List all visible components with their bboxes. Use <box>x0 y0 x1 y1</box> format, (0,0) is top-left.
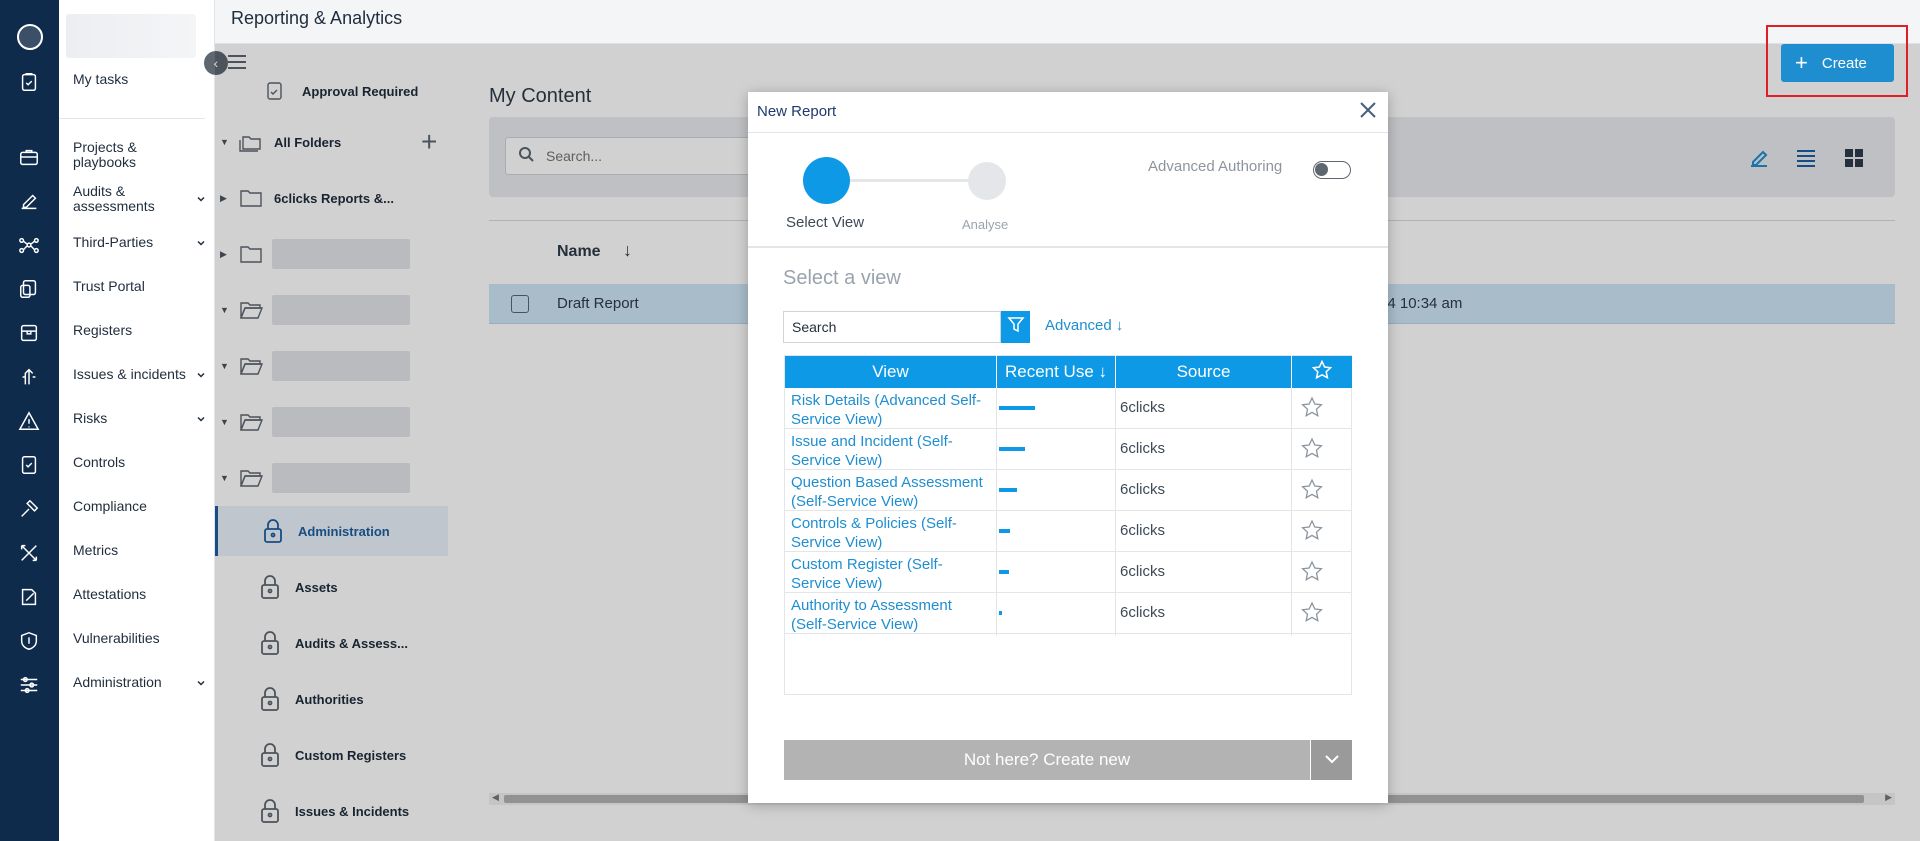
icon-rail <box>0 0 59 841</box>
nav-compliance[interactable]: Compliance <box>73 499 205 514</box>
view-name[interactable]: Issue and Incident (Self-Service View) <box>791 432 991 470</box>
view-source: 6clicks <box>1120 522 1166 539</box>
nav-controls[interactable]: Controls <box>73 455 205 470</box>
nav-vulnerabilities[interactable]: Vulnerabilities <box>73 631 205 646</box>
select-view-heading: Select a view <box>783 267 901 289</box>
shield-icon[interactable] <box>16 628 42 654</box>
step-2-label: Analyse <box>962 217 1009 232</box>
step-1-indicator[interactable] <box>803 157 850 204</box>
modal-title: New Report <box>757 103 837 120</box>
favorite-star-icon[interactable] <box>1301 519 1323 541</box>
table-row[interactable]: Authority to Assessment (Self-Service Vi… <box>785 593 1351 634</box>
chevron-down-icon <box>197 195 205 203</box>
logo <box>66 14 196 58</box>
edit-icon[interactable] <box>16 188 42 214</box>
table-row[interactable]: Risk Details (Advanced Self-Service View… <box>785 388 1351 429</box>
modal-header: New Report <box>748 92 1388 133</box>
advanced-link[interactable]: Advanced ↓ <box>1045 317 1123 334</box>
step-connector <box>838 179 968 182</box>
table-row[interactable]: Custom Register (Self-Service View) 6cli… <box>785 552 1351 593</box>
view-name[interactable]: Risk Details (Advanced Self-Service View… <box>791 391 991 429</box>
filter-icon <box>1006 316 1025 339</box>
view-source: 6clicks <box>1120 481 1166 498</box>
view-source: 6clicks <box>1120 399 1166 416</box>
favorite-star-icon[interactable] <box>1301 396 1323 418</box>
recent-use-bar <box>999 488 1017 492</box>
view-search-input[interactable] <box>783 311 1001 343</box>
chevron-down-icon <box>197 371 205 379</box>
column-header-view[interactable]: View <box>785 356 997 388</box>
metrics-icon[interactable] <box>16 540 42 566</box>
nav-metrics[interactable]: Metrics <box>73 543 205 558</box>
table-row[interactable]: Issue and Incident (Self-Service View) 6… <box>785 429 1351 470</box>
view-source: 6clicks <box>1120 440 1166 457</box>
settings-sliders-icon[interactable] <box>16 672 42 698</box>
nav-administration[interactable]: Administration <box>73 675 205 690</box>
toggle-knob <box>1315 163 1328 176</box>
table-row[interactable]: Question Based Assessment (Self-Service … <box>785 470 1351 511</box>
incident-icon[interactable] <box>16 364 42 390</box>
nav-trust-portal[interactable]: Trust Portal <box>73 279 205 294</box>
recent-use-bar <box>999 570 1009 574</box>
nav-registers[interactable]: Registers <box>73 323 205 338</box>
nav-risks[interactable]: Risks <box>73 411 205 426</box>
stepper: Select View Analyse Advanced Authoring <box>748 133 1388 248</box>
star-icon <box>1311 359 1333 385</box>
recent-use-bar <box>999 529 1010 533</box>
views-table: View Recent Use ↓ Source Risk Details (A… <box>784 355 1352 695</box>
highlight-annotation <box>1766 25 1908 97</box>
view-name[interactable]: Question Based Assessment (Self-Service … <box>791 473 991 511</box>
main-nav: My tasks Projects & playbooks Audits & a… <box>59 0 215 841</box>
controls-icon[interactable] <box>16 452 42 478</box>
close-icon[interactable] <box>1359 101 1379 121</box>
new-report-modal: New Report Select View Analyse Advanced … <box>748 92 1388 803</box>
favorite-star-icon[interactable] <box>1301 437 1323 459</box>
filter-button[interactable] <box>1001 311 1030 343</box>
nav-issues-incidents[interactable]: Issues & incidents <box>73 367 205 382</box>
recent-use-bar <box>999 611 1002 615</box>
step-2-indicator[interactable] <box>968 162 1006 200</box>
view-source: 6clicks <box>1120 563 1166 580</box>
advanced-authoring-label: Advanced Authoring <box>1148 158 1283 175</box>
advanced-authoring-toggle[interactable] <box>1313 161 1351 179</box>
register-icon[interactable] <box>16 320 42 346</box>
chevron-down-icon <box>197 239 205 247</box>
view-name[interactable]: Authority to Assessment (Self-Service Vi… <box>791 596 991 634</box>
compliance-icon[interactable] <box>16 496 42 522</box>
view-source: 6clicks <box>1120 604 1166 621</box>
tasks-icon[interactable] <box>16 69 42 95</box>
column-header-source[interactable]: Source <box>1116 356 1292 388</box>
recent-use-bar <box>999 406 1035 410</box>
favorite-star-icon[interactable] <box>1301 560 1323 582</box>
nav-audits-assessments[interactable]: Audits & assessments <box>73 184 205 214</box>
step-1-label: Select View <box>786 214 865 231</box>
favorite-star-icon[interactable] <box>1301 478 1323 500</box>
avatar[interactable] <box>17 24 43 50</box>
nav-my-tasks[interactable]: My tasks <box>73 72 205 87</box>
network-icon[interactable] <box>16 232 42 258</box>
recent-use-bar <box>999 447 1025 451</box>
chevron-down-icon <box>197 679 205 687</box>
create-new-button[interactable]: Not here? Create new <box>784 740 1310 780</box>
nav-third-parties[interactable]: Third-Parties <box>73 235 205 250</box>
favorite-star-icon[interactable] <box>1301 601 1323 623</box>
nav-divider <box>59 118 205 119</box>
attestation-icon[interactable] <box>16 584 42 610</box>
nav-attestations[interactable]: Attestations <box>73 587 205 602</box>
view-name[interactable]: Controls & Policies (Self-Service View) <box>791 514 991 552</box>
column-header-favorite[interactable] <box>1292 356 1352 388</box>
create-new-dropdown[interactable] <box>1311 740 1352 780</box>
modal-body: Select a view Advanced ↓ View Recent Use… <box>748 248 1388 803</box>
page-title: Reporting & Analytics <box>231 8 403 28</box>
nav-projects-playbooks[interactable]: Projects & playbooks <box>73 140 205 170</box>
portal-icon[interactable] <box>16 276 42 302</box>
top-bar: Reporting & Analytics <box>215 0 1920 44</box>
column-header-recent-use[interactable]: Recent Use ↓ <box>997 356 1116 388</box>
view-name[interactable]: Custom Register (Self-Service View) <box>791 555 991 593</box>
table-row[interactable]: Controls & Policies (Self-Service View) … <box>785 511 1351 552</box>
warning-icon[interactable] <box>16 408 42 434</box>
briefcase-icon[interactable] <box>16 144 42 170</box>
chevron-down-icon <box>1324 751 1340 769</box>
chevron-down-icon <box>197 415 205 423</box>
